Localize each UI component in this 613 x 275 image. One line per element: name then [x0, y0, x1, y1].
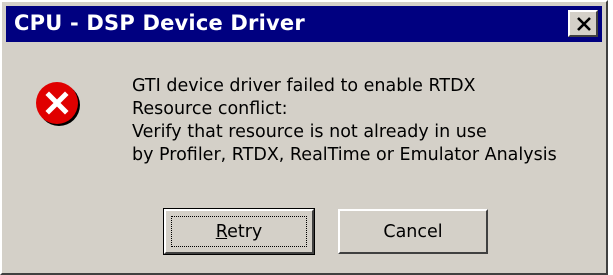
title-bar[interactable]: CPU - DSP Device Driver: [6, 6, 602, 42]
message-line: Resource conflict:: [132, 99, 288, 119]
cancel-button[interactable]: Cancel: [338, 209, 488, 254]
error-icon: [36, 82, 80, 126]
message-line: Verify that resource is not already in u…: [132, 122, 487, 142]
retry-mnemonic: R: [215, 221, 228, 242]
cancel-button-label: Cancel: [383, 221, 443, 242]
retry-button[interactable]: Retry: [163, 208, 315, 255]
window-title: CPU - DSP Device Driver: [14, 11, 305, 35]
message-line: GTI device driver failed to enable RTDX: [132, 76, 476, 96]
dialog-window: CPU - DSP Device Driver GTI device drive…: [0, 0, 608, 275]
error-message: GTI device driver failed to enable RTDX …: [132, 75, 557, 167]
message-line: by Profiler, RTDX, RealTime or Emulator …: [132, 145, 557, 165]
close-button[interactable]: [568, 10, 598, 37]
retry-button-label: Retry: [216, 222, 263, 242]
retry-label-rest: etry: [227, 221, 263, 242]
close-icon: [577, 17, 591, 31]
